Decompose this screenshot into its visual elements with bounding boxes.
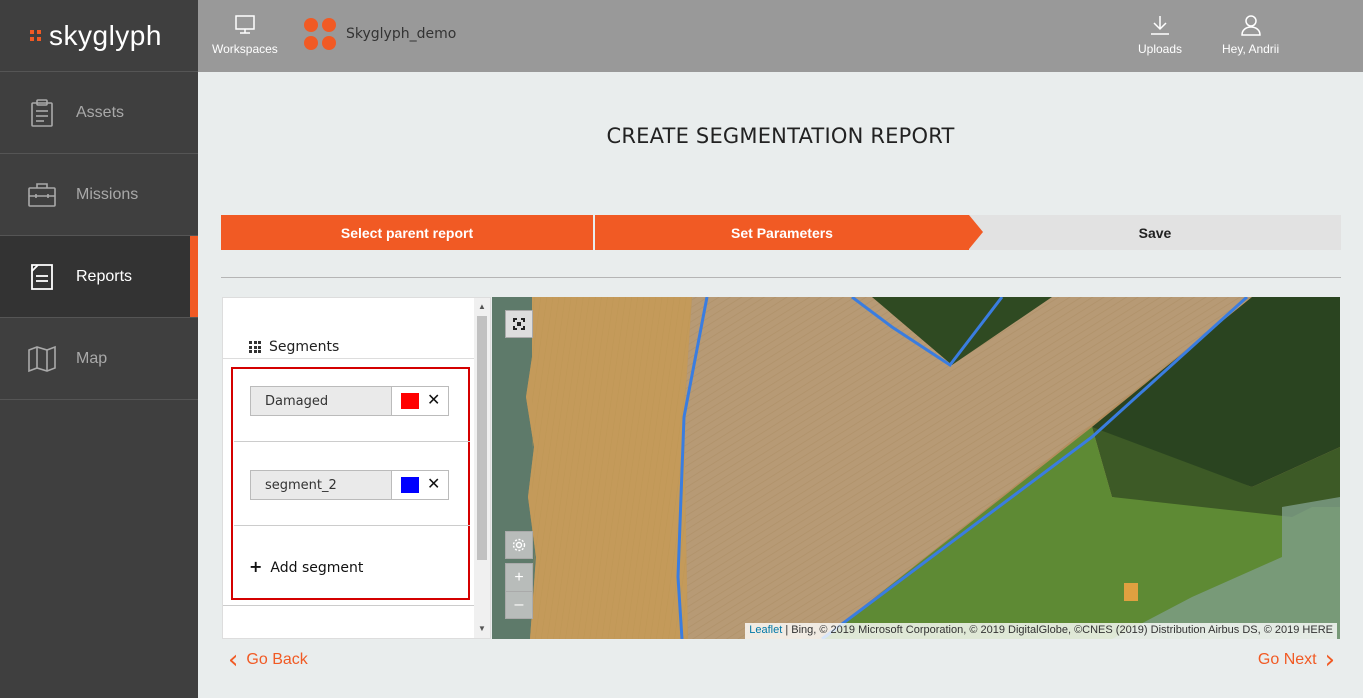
map-attribution: Leaflet | Bing, © 2019 Microsoft Corpora… (745, 623, 1337, 639)
fullscreen-button[interactable] (505, 310, 533, 338)
gear-icon (512, 538, 526, 552)
go-next-button[interactable]: Go Next › (1257, 645, 1335, 675)
settings-button[interactable] (505, 531, 533, 559)
user-icon (1240, 15, 1261, 36)
plus-icon: + (249, 557, 263, 576)
step-select-parent-report[interactable]: Select parent report (221, 215, 593, 250)
segment-name-input[interactable]: Damaged (250, 386, 392, 416)
step-save[interactable]: Save (969, 215, 1341, 250)
workspaces-label: Workspaces (212, 42, 278, 56)
zoom-in-button[interactable]: + (505, 563, 533, 591)
grid-icon (249, 341, 261, 353)
attribution-text: | Bing, © 2019 Microsoft Corporation, © … (782, 624, 1333, 636)
logo-dots-icon (30, 30, 41, 41)
go-back-label: Go Back (246, 651, 308, 668)
sidebar-item-reports[interactable]: Reports (0, 236, 198, 318)
user-label: Hey, Andrii (1222, 42, 1280, 56)
monitor-icon (235, 15, 255, 34)
divider (234, 441, 470, 442)
map-view[interactable]: + – Leaflet | Bing, © 2019 Microsoft Cor… (492, 297, 1340, 639)
color-swatch[interactable] (401, 393, 419, 409)
sidebar-item-map[interactable]: Map (0, 318, 198, 400)
user-menu[interactable]: Hey, Andrii (1222, 14, 1279, 56)
go-next-label: Go Next (1257, 651, 1317, 668)
add-segment-label: Add segment (270, 560, 364, 576)
remove-segment-button[interactable]: ✕ (427, 393, 440, 409)
sidebar-item-assets[interactable]: Assets (0, 72, 198, 154)
sidebar-item-label: Reports (76, 267, 133, 285)
workspaces-button[interactable]: Workspaces (212, 14, 278, 56)
scrollbar[interactable]: ▲ ▼ (474, 298, 490, 638)
segments-header-label: Segments (269, 339, 340, 355)
workspace-dots-icon (304, 18, 336, 50)
divider (234, 525, 470, 526)
sidebar-item-missions[interactable]: Missions (0, 154, 198, 236)
document-icon (26, 261, 58, 293)
segment-name-input[interactable]: segment_2 (250, 470, 392, 500)
sidebar-item-label: Assets (76, 103, 125, 121)
segment-row: segment_2 ✕ (250, 470, 449, 500)
fullscreen-icon (513, 318, 525, 330)
segment-actions: ✕ (392, 386, 449, 416)
go-back-button[interactable]: ‹ Go Back (228, 645, 308, 675)
workspace-name: Skyglyph_demo (346, 26, 457, 42)
wizard-steps: Select parent report Set Parameters Save (221, 215, 1341, 250)
sidebar-item-label: Map (76, 349, 108, 367)
segment-row: Damaged ✕ (250, 386, 449, 416)
segments-panel: Segments Damaged ✕ segment_2 ✕ + Add segm… (222, 297, 491, 639)
zoom-out-button[interactable]: – (505, 591, 533, 619)
scroll-up-icon[interactable]: ▲ (474, 300, 490, 314)
uploads-label: Uploads (1138, 42, 1183, 56)
download-icon (1151, 16, 1170, 35)
map-icon (26, 343, 58, 375)
page-title: CREATE SEGMENTATION REPORT (606, 124, 955, 148)
step-set-parameters[interactable]: Set Parameters (595, 215, 969, 250)
top-bar: Workspaces Skyglyph_demo Uploads Hey, An… (198, 0, 1363, 72)
leaflet-link[interactable]: Leaflet (749, 624, 782, 636)
briefcase-icon (26, 179, 58, 211)
segments-header: Segments (249, 339, 339, 355)
segment-actions: ✕ (392, 470, 449, 500)
logo-text: skyglyph (49, 19, 162, 51)
uploads-button[interactable]: Uploads (1138, 14, 1182, 56)
add-segment-button[interactable]: + Add segment (249, 557, 363, 576)
aerial-imagery (492, 297, 1340, 639)
sidebar-item-label: Missions (76, 185, 139, 203)
clipboard-icon (26, 97, 58, 129)
workspace-selector[interactable]: Skyglyph_demo (304, 18, 456, 50)
divider (223, 605, 475, 606)
remove-segment-button[interactable]: ✕ (427, 477, 440, 493)
chevron-right-icon: › (1324, 645, 1335, 675)
logo[interactable]: skyglyph (0, 0, 198, 72)
color-swatch[interactable] (401, 477, 419, 493)
sidebar: skyglyph Assets Missions Reports Map (0, 0, 198, 698)
scroll-thumb[interactable] (477, 316, 487, 560)
chevron-left-icon: ‹ (228, 645, 239, 675)
scroll-down-icon[interactable]: ▼ (474, 622, 490, 636)
divider (223, 358, 475, 359)
step-arrow (969, 215, 983, 249)
divider (221, 277, 1341, 278)
